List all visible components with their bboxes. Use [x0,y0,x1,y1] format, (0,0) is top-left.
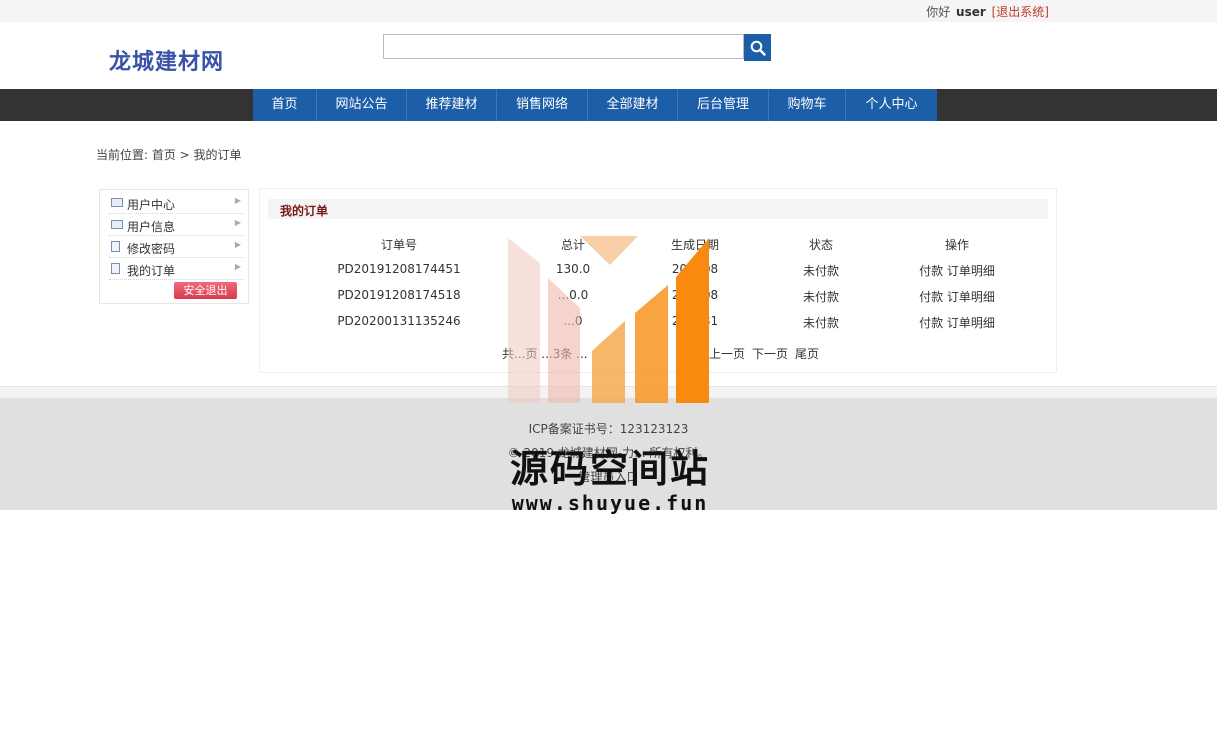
sidebar-item-label: 我的订单 [127,264,176,278]
sidebar-item-label: 用户信息 [127,220,176,234]
sidebar-item-my-orders[interactable]: 我的订单 ▶ [109,258,243,280]
sidebar-item-change-password[interactable]: 修改密码 ▶ [109,236,243,258]
order-detail-link[interactable]: 订单明细 [947,264,995,278]
chevron-right-icon: ▶ [234,218,241,227]
order-id: PD20191208174451 [337,262,461,276]
copyright: © 2019 龙城建材网-力... 所有权利。 [507,446,710,460]
nav-recommended[interactable]: 推荐建材 [407,89,497,121]
icp-number: ICP备案证书号：123123123 [528,422,689,436]
pay-link[interactable]: 付款 [919,316,943,330]
user-card-icon [111,220,123,229]
column-header-date: 生成日期 [670,238,720,252]
order-actions: 付款 订单明细 [919,288,995,305]
main-nav: 首页 网站公告 推荐建材 销售网络 全部建材 后台管理 购物车 个人中心 [0,89,1217,121]
pay-link[interactable]: 付款 [919,290,943,304]
order-status: 未付款 [802,290,840,304]
order-detail-link[interactable]: 订单明细 [947,290,995,304]
nav-admin[interactable]: 后台管理 [678,89,769,121]
document-icon [111,263,120,274]
pager-prev[interactable]: 上一页 [709,345,745,362]
admin-entry-link[interactable]: 管理员入口 [0,468,1217,485]
column-header-order-id: 订单号 [380,238,418,252]
chevron-right-icon: ▶ [234,196,241,205]
footer: ICP备案证书号：123123123 © 2019 龙城建材网-力... 所有权… [0,398,1217,510]
order-status: 未付款 [802,316,840,330]
order-actions: 付款 订单明细 [919,262,995,279]
order-total: ...0.0 [557,288,589,302]
site-logo[interactable]: 龙城建材网 [109,44,224,76]
footer-divider [0,386,1217,398]
user-sidebar: 用户中心 ▶ 用户信息 ▶ 修改密码 ▶ 我的订单 ▶ 安全退出 [99,189,249,304]
order-status: 未付款 [802,264,840,278]
sidebar-item-user-info[interactable]: 用户信息 ▶ [109,214,243,236]
pager-summary: 共...页 ...3条 ... [502,347,588,361]
order-total: ...0 [563,314,583,328]
pager-last[interactable]: 尾页 [795,345,819,362]
nav-announcements[interactable]: 网站公告 [317,89,407,121]
search-input[interactable] [383,34,744,59]
nav-personal-center[interactable]: 个人中心 [846,89,937,121]
order-total: 130.0 [555,262,591,276]
order-date: 20...-31 [671,314,719,328]
order-detail-link[interactable]: 订单明细 [947,316,995,330]
username: user [956,5,986,19]
nav-home[interactable]: 首页 [253,89,317,121]
orders-panel: 我的订单 订单号 总计 生成日期 状态 操作 PD20191208174451 … [259,188,1057,373]
logout-link[interactable]: [退出系统] [992,5,1049,19]
sidebar-item-user-center[interactable]: 用户中心 ▶ [109,192,243,214]
panel-title: 我的订单 [280,204,329,218]
pager-next[interactable]: 下一页 [752,345,788,362]
search-bar [383,34,771,61]
sidebar-item-label: 修改密码 [127,242,176,256]
search-button[interactable] [744,34,771,61]
chevron-right-icon: ▶ [234,240,241,249]
order-actions: 付款 订单明细 [919,314,995,331]
chevron-right-icon: ▶ [234,262,241,271]
user-card-icon [111,198,123,207]
user-greeting: 你好 user [退出系统] [926,3,1049,20]
order-date: 20...-08 [671,262,719,276]
column-header-total: 总计 [560,238,586,252]
nav-cart[interactable]: 购物车 [769,89,846,121]
nav-all-materials[interactable]: 全部建材 [588,89,678,121]
sidebar-item-label: 用户中心 [127,198,176,212]
header: 龙城建材网 [0,22,1217,89]
document-icon [111,241,120,252]
top-bar: 你好 user [退出系统] [0,0,1217,22]
order-id: PD20200131135246 [337,314,461,328]
column-header-actions: 操作 [944,238,970,252]
order-id: PD20191208174518 [337,288,461,302]
column-header-status: 状态 [808,238,834,252]
panel-header: 我的订单 [268,199,1048,219]
search-icon [750,40,766,56]
order-date: 20...-08 [671,288,719,302]
safe-logout-button[interactable]: 安全退出 [174,282,237,299]
nav-sales-network[interactable]: 销售网络 [497,89,588,121]
breadcrumb: 当前位置: 首页 > 我的订单 [96,148,242,162]
pay-link[interactable]: 付款 [919,264,943,278]
greeting-text: 你好 [926,5,951,19]
